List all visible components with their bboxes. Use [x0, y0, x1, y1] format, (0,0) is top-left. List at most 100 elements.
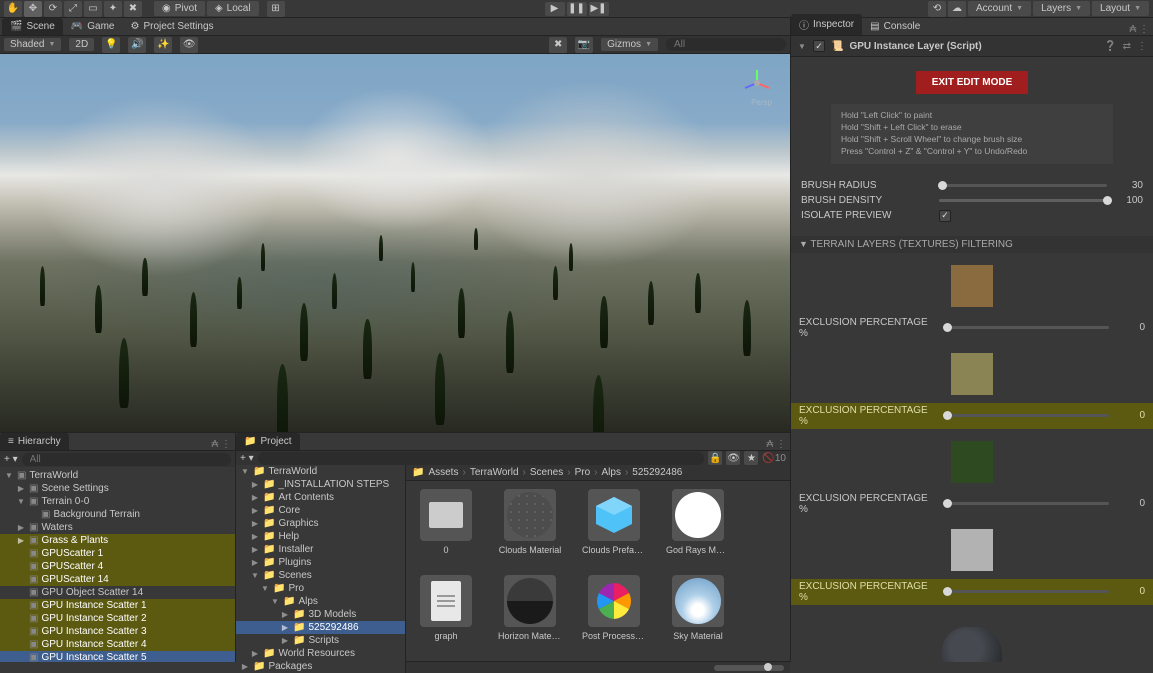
asset-item[interactable]: graph [414, 575, 478, 641]
layers-dropdown[interactable]: Layers▼ [1033, 1, 1090, 16]
hierarchy-item[interactable]: ▶▣Waters [0, 521, 235, 534]
brush-density-slider[interactable] [939, 199, 1107, 202]
breadcrumb-item[interactable]: Pro [575, 467, 591, 478]
asset-item[interactable]: Clouds Material [498, 489, 562, 555]
project-tree-item[interactable]: ▼📁Scenes [236, 569, 405, 582]
exclusion-value[interactable]: 0 [1117, 498, 1145, 509]
breadcrumb-item[interactable]: Assets [428, 467, 458, 478]
cloud-icon[interactable]: ☁ [948, 1, 966, 17]
help-icon[interactable]: ❔ [1104, 41, 1116, 52]
preset-icon[interactable]: ⇄ [1123, 41, 1131, 52]
audio-icon[interactable]: 🔊 [128, 37, 146, 53]
project-tree-item[interactable]: ▶📁Scripts [236, 634, 405, 647]
rect-tool-icon[interactable]: ▭ [84, 1, 102, 17]
brush-density-value[interactable]: 100 [1115, 195, 1143, 206]
texture-swatch[interactable] [951, 265, 993, 307]
shading-mode-dropdown[interactable]: Shaded▼ [4, 38, 61, 51]
tab-inspector[interactable]: ⓘ Inspector [791, 14, 862, 35]
project-tree-item[interactable]: ▼📁Alps [236, 595, 405, 608]
local-toggle[interactable]: ◈Local [207, 1, 259, 16]
grid-snap-icon[interactable]: ⊞ [267, 1, 285, 17]
project-tree-item[interactable]: ▼📁Pro [236, 582, 405, 595]
brush-radius-slider[interactable] [939, 184, 1107, 187]
tools-icon[interactable]: ✖ [549, 37, 567, 53]
breadcrumb-item[interactable]: Alps [601, 467, 620, 478]
component-enabled-checkbox[interactable] [813, 40, 825, 52]
zoom-slider[interactable] [714, 665, 784, 671]
texture-swatch[interactable] [951, 353, 993, 395]
hierarchy-item[interactable]: ▣GPUScatter 4 [0, 560, 235, 573]
hierarchy-item[interactable]: ▣GPU Instance Scatter 2 [0, 612, 235, 625]
terrain-layers-header[interactable]: ▼ TERRAIN LAYERS (TEXTURES) FILTERING [791, 236, 1153, 253]
hierarchy-item[interactable]: ▣GPU Instance Scatter 5 [0, 651, 235, 662]
breadcrumb-item[interactable]: Scenes [530, 467, 563, 478]
axis-gizmo-icon[interactable] [742, 68, 772, 98]
step-button[interactable]: ▶❚ [589, 2, 609, 16]
hierarchy-item[interactable]: ▼▣TerraWorld [0, 469, 235, 482]
asset-item[interactable]: Clouds Prefab Alps [582, 489, 646, 555]
tab-project-settings[interactable]: ⚙Project Settings [123, 18, 222, 35]
scale-tool-icon[interactable]: ⤢ [64, 1, 82, 17]
star-icon[interactable]: ★ [744, 451, 758, 465]
texture-swatch[interactable] [951, 441, 993, 483]
asset-item[interactable]: Post Processing P... [582, 575, 646, 641]
layout-dropdown[interactable]: Layout▼ [1092, 1, 1149, 16]
asset-item[interactable]: 0 [414, 489, 478, 555]
hierarchy-item[interactable]: ▶▣Grass & Plants [0, 534, 235, 547]
project-tree-item[interactable]: ▶📁Installer [236, 543, 405, 556]
hierarchy-search[interactable] [22, 453, 231, 466]
brush-radius-value[interactable]: 30 [1115, 180, 1143, 191]
exclusion-slider[interactable] [947, 326, 1109, 329]
tab-scene[interactable]: 🎬Scene [2, 18, 63, 35]
hierarchy-item[interactable]: ▣GPU Instance Scatter 3 [0, 625, 235, 638]
exclusion-value[interactable]: 0 [1117, 322, 1145, 333]
hierarchy-item[interactable]: ▣GPU Instance Scatter 4 [0, 638, 235, 651]
account-dropdown[interactable]: Account▼ [968, 1, 1031, 16]
hierarchy-item[interactable]: ▣GPU Object Scatter 14 [0, 586, 235, 599]
exclusion-slider[interactable] [947, 414, 1109, 417]
hidden-icon[interactable]: 👁 [180, 37, 198, 53]
toggle-2d[interactable]: 2D [69, 38, 94, 51]
collab-icon[interactable]: ⟲ [928, 1, 946, 17]
exclusion-slider[interactable] [947, 502, 1109, 505]
hierarchy-item[interactable]: ▣GPU Instance Scatter 1 [0, 599, 235, 612]
project-search[interactable] [258, 452, 705, 465]
hierarchy-item[interactable]: ▶▣Scene Settings [0, 482, 235, 495]
hierarchy-item[interactable]: ▣GPUScatter 14 [0, 573, 235, 586]
gizmos-dropdown[interactable]: Gizmos▼ [601, 38, 658, 51]
component-header[interactable]: ▼ 📜 GPU Instance Layer (Script) ❔ ⇄ ⋮ [791, 36, 1153, 57]
exclusion-slider[interactable] [947, 590, 1109, 593]
move-tool-icon[interactable]: ✥ [24, 1, 42, 17]
hierarchy-item[interactable]: ▣Background Terrain [0, 508, 235, 521]
create-dropdown[interactable]: + ▾ [240, 453, 254, 464]
exit-edit-mode-button[interactable]: EXIT EDIT MODE [916, 71, 1029, 94]
project-tree-item[interactable]: ▼📁TerraWorld [236, 465, 405, 478]
transform-tool-icon[interactable]: ✦ [104, 1, 122, 17]
project-tree-item[interactable]: ▶📁3D Models [236, 608, 405, 621]
tab-project[interactable]: 📁 Project [236, 433, 300, 450]
asset-item[interactable]: Sky Material [666, 575, 730, 641]
exclusion-value[interactable]: 0 [1117, 586, 1145, 597]
light-icon[interactable]: 💡 [102, 37, 120, 53]
tab-console[interactable]: ▤ Console [862, 18, 928, 35]
create-dropdown[interactable]: + ▾ [4, 454, 18, 465]
project-tree-item[interactable]: ▶📁525292486 [236, 621, 405, 634]
camera-icon[interactable]: 📷 [575, 37, 593, 53]
hierarchy-item[interactable]: ▼▣Terrain 0-0 [0, 495, 235, 508]
eye-icon[interactable]: 👁 [726, 451, 740, 465]
tab-hierarchy[interactable]: ≡ Hierarchy [0, 433, 69, 450]
project-tree-item[interactable]: ▶📁_INSTALLATION STEPS [236, 478, 405, 491]
pause-button[interactable]: ❚❚ [567, 2, 587, 16]
isolate-preview-checkbox[interactable] [939, 210, 951, 222]
project-tree-item[interactable]: ▶📁Core [236, 504, 405, 517]
exclusion-value[interactable]: 0 [1117, 410, 1145, 421]
asset-item[interactable]: Horizon Material [498, 575, 562, 641]
project-tree-item[interactable]: ▶📁World Resources [236, 647, 405, 660]
texture-swatch[interactable] [951, 529, 993, 571]
rotate-tool-icon[interactable]: ⟳ [44, 1, 62, 17]
hierarchy-item[interactable]: ▣GPUScatter 1 [0, 547, 235, 560]
breadcrumb-item[interactable]: TerraWorld [470, 467, 519, 478]
fx-icon[interactable]: ✨ [154, 37, 172, 53]
asset-item[interactable]: God Rays Material [666, 489, 730, 555]
pivot-toggle[interactable]: ◉Pivot [154, 1, 205, 16]
